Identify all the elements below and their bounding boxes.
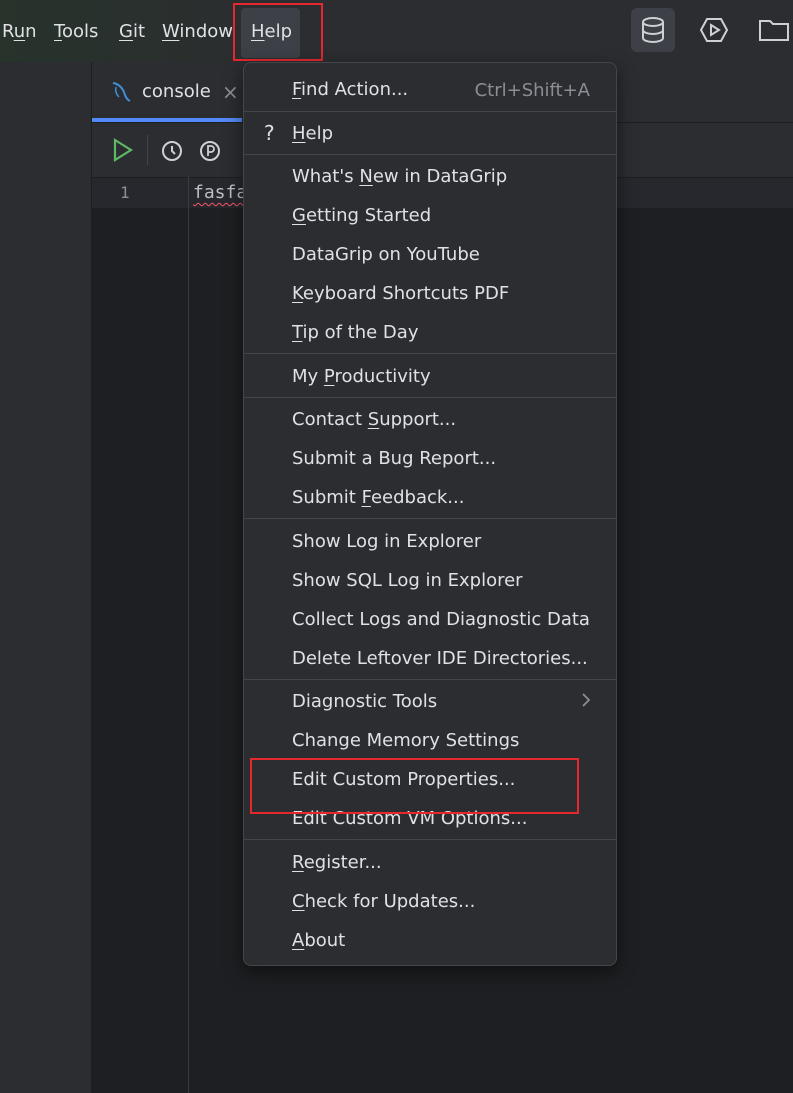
menu-separator bbox=[244, 111, 616, 112]
edit-custom-properties-annotation-box bbox=[250, 758, 579, 814]
menu-item-delete-leftover[interactable]: Delete Leftover IDE Directories... bbox=[292, 647, 588, 671]
folder-icon[interactable] bbox=[752, 8, 793, 52]
menu-item-help[interactable]: Help bbox=[292, 122, 333, 146]
menu-separator bbox=[244, 353, 616, 354]
menu-item-whats-new[interactable]: What's New in DataGrip bbox=[292, 165, 507, 189]
tab-console[interactable]: console × bbox=[92, 62, 242, 122]
menu-item-tip-of-the-day[interactable]: Tip of the Day bbox=[292, 321, 418, 345]
help-question-icon: ? bbox=[264, 121, 275, 145]
parameters-icon[interactable] bbox=[198, 139, 222, 167]
menu-item-register[interactable]: Register... bbox=[292, 851, 382, 875]
gutter-divider bbox=[188, 176, 189, 1093]
menu-item-getting-started[interactable]: Getting Started bbox=[292, 204, 431, 228]
menu-item-about[interactable]: About bbox=[292, 929, 345, 953]
menu-item-check-updates[interactable]: Check for Updates... bbox=[292, 890, 475, 914]
database-icon[interactable] bbox=[631, 8, 675, 52]
menu-item-find-action[interactable]: Find Action... bbox=[292, 78, 408, 102]
help-dropdown-menu: Find Action... Ctrl+Shift+A ? Help What'… bbox=[243, 62, 617, 966]
menu-item-diagnostic-tools[interactable]: Diagnostic Tools bbox=[292, 690, 437, 714]
mysql-dolphin-icon bbox=[110, 80, 132, 108]
menu-item-submit-feedback[interactable]: Submit Feedback... bbox=[292, 486, 464, 510]
menu-separator bbox=[244, 154, 616, 155]
tab-close-icon[interactable]: × bbox=[222, 80, 239, 104]
menu-separator bbox=[244, 679, 616, 680]
run-configuration-icon[interactable] bbox=[692, 8, 736, 52]
tool-window-strip-top bbox=[0, 62, 91, 123]
menu-item-my-productivity[interactable]: My Productivity bbox=[292, 365, 431, 389]
find-action-shortcut: Ctrl+Shift+A bbox=[474, 80, 590, 101]
tab-label: console bbox=[142, 81, 211, 102]
menu-item-submit-bug[interactable]: Submit a Bug Report... bbox=[292, 447, 496, 471]
history-icon[interactable] bbox=[160, 139, 184, 167]
menu-separator bbox=[244, 397, 616, 398]
menu-item-collect-logs[interactable]: Collect Logs and Diagnostic Data bbox=[292, 608, 590, 632]
menu-tools[interactable]: Tools bbox=[54, 20, 98, 44]
menu-item-show-log[interactable]: Show Log in Explorer bbox=[292, 530, 481, 554]
submenu-chevron-icon bbox=[579, 690, 593, 714]
menu-window[interactable]: Window bbox=[162, 20, 233, 44]
code-line[interactable]: fasfa bbox=[193, 182, 247, 203]
menu-run[interactable]: Run bbox=[2, 20, 37, 44]
tool-window-strip bbox=[0, 122, 91, 1093]
menu-git[interactable]: Git bbox=[119, 20, 145, 44]
run-icon[interactable] bbox=[112, 138, 134, 166]
menu-separator bbox=[244, 839, 616, 840]
menu-item-contact-support[interactable]: Contact Support... bbox=[292, 408, 456, 432]
menu-item-youtube[interactable]: DataGrip on YouTube bbox=[292, 243, 480, 267]
line-number: 1 bbox=[120, 183, 130, 202]
menu-item-keyboard-shortcuts-pdf[interactable]: Keyboard Shortcuts PDF bbox=[292, 282, 509, 306]
toolbar-divider bbox=[147, 135, 148, 165]
menu-item-change-memory[interactable]: Change Memory Settings bbox=[292, 729, 519, 753]
help-menu-annotation-box bbox=[233, 3, 323, 61]
menu-item-show-sql-log[interactable]: Show SQL Log in Explorer bbox=[292, 569, 523, 593]
menu-separator bbox=[244, 518, 616, 519]
main-menu-bar: Run Tools Git Window Help bbox=[0, 0, 793, 62]
